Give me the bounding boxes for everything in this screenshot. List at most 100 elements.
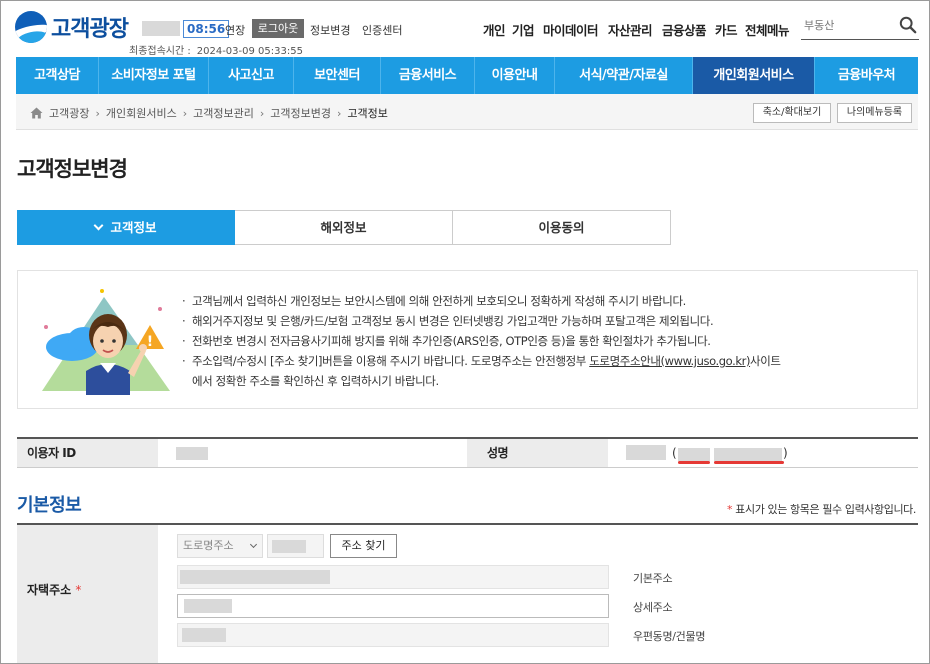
user-id-value <box>158 439 467 467</box>
find-address-button[interactable]: 주소 찾기 <box>330 534 397 558</box>
zipcode-input[interactable] <box>267 534 324 558</box>
notice-box: ! 고객님께서 입력하신 개인정보는 보안시스템에 의해 안전하게 보호되오니 … <box>17 270 918 409</box>
zoom-toggle-button[interactable]: 축소/확대보기 <box>753 103 831 123</box>
tab-usage-consent[interactable]: 이용동의 <box>453 210 671 245</box>
gnb-all-menu[interactable]: 전체메뉴 <box>745 20 790 39</box>
paren-open: ( <box>672 446 677 460</box>
notice-text: 주소입력/수정시 [주소 찾기]버튼을 이용해 주시기 바랍니다. 도로명주소는… <box>192 354 590 368</box>
gnb-business[interactable]: 기업 <box>512 20 535 39</box>
masked-postal-building <box>182 628 226 642</box>
browser-frame: 고객광장 08:56 연장 로그아웃 정보변경 인증센터 최종접속시간 : 202… <box>0 0 930 664</box>
detail-address-input[interactable] <box>177 594 609 618</box>
masked-detail-address <box>184 599 232 613</box>
masked-basic-address <box>180 570 330 584</box>
last-login-value: 2024-03-09 05:33:55 <box>196 46 303 57</box>
juso-link[interactable]: 도로명주소안내(www.juso.go.kr) <box>589 354 750 368</box>
breadcrumb-item-customer-info-management[interactable]: 고객정보관리 <box>193 105 254 121</box>
masked-user-id <box>176 447 208 460</box>
nav-accident-report[interactable]: 사고신고 <box>209 57 294 94</box>
notice-text: 사이트 <box>750 354 781 368</box>
search-icon[interactable] <box>899 16 917 34</box>
customer-service-agent-illustration: ! <box>42 289 170 395</box>
last-login-info: 최종접속시간 : 2024-03-09 05:33:55 <box>129 42 303 57</box>
basic-address-caption: 기본주소 <box>633 572 673 585</box>
detail-address-caption: 상세주소 <box>633 601 673 614</box>
my-menu-register-button[interactable]: 나의메뉴등록 <box>837 103 912 123</box>
notice-item: 전화번호 변경시 전자금융사기피해 방지를 위해 추가인증(ARS인증, OTP… <box>182 331 902 351</box>
chevron-right-icon: › <box>182 106 188 120</box>
name-value: ( ) <box>608 439 918 467</box>
tab-label: 고객정보 <box>110 220 157 235</box>
nav-personal-member-service[interactable]: 개인회원서비스 <box>693 57 815 94</box>
required-star-icon: * <box>75 583 82 597</box>
gnb-personal[interactable]: 개인 <box>483 20 506 39</box>
required-note-text: 표시가 있는 항목은 필수 입력사항입니다. <box>735 503 916 516</box>
address-type-selected: 도로명주소 <box>183 539 234 552</box>
gnb-mydata[interactable]: 마이데이터 <box>543 20 599 39</box>
logo-icon <box>15 11 47 43</box>
masked-english-first-name <box>678 448 710 461</box>
main-nav: 고객상담 소비자정보 포털 사고신고 보안센터 금융서비스 이용안내 서식/약관… <box>16 57 918 94</box>
nav-consumer-portal[interactable]: 소비자정보 포털 <box>99 57 209 94</box>
nav-forms-terms[interactable]: 서식/약관/자료실 <box>555 57 693 94</box>
breadcrumb: 고객광장 › 개인회원서비스 › 고객정보관리 › 고객정보변경 › 고객정보 … <box>16 94 918 130</box>
info-change-link[interactable]: 정보변경 <box>310 22 350 38</box>
nav-customer-consult[interactable]: 고객상담 <box>16 57 99 94</box>
page-title: 고객정보변경 <box>17 157 128 181</box>
nav-financial-voucher[interactable]: 금융바우처 <box>815 57 918 94</box>
breadcrumb-item-current: 고객정보 <box>347 107 388 120</box>
gnb-financial-products[interactable]: 금융상품 <box>662 20 707 39</box>
highlight-underline <box>714 461 784 464</box>
tab-overseas-info[interactable]: 해외정보 <box>235 210 453 245</box>
tab-customer-info[interactable]: 고객정보 <box>17 210 235 245</box>
nav-usage-guide[interactable]: 이용안내 <box>475 57 555 94</box>
postal-building-input[interactable] <box>177 623 609 647</box>
highlight-underline <box>678 461 710 464</box>
notice-item-address: 주소입력/수정시 [주소 찾기]버튼을 이용해 주시기 바랍니다. 도로명주소는… <box>182 351 902 391</box>
masked-zipcode <box>272 540 306 553</box>
masked-name <box>626 445 666 460</box>
name-label: 성명 <box>467 439 608 467</box>
required-star-icon: * <box>727 503 733 516</box>
address-type-select[interactable]: 도로명주소 <box>177 534 263 558</box>
masked-username <box>142 21 180 36</box>
breadcrumb-item-home[interactable]: 고객광장 <box>49 105 89 121</box>
notice-text: 에서 정확한 주소를 확인하신 후 입력하시기 바랍니다. <box>192 374 439 388</box>
chevron-right-icon: › <box>95 106 100 120</box>
breadcrumb-item-personal-service[interactable]: 개인회원서비스 <box>106 105 177 121</box>
postal-building-caption: 우편동명/건물명 <box>633 630 706 643</box>
section-title-basic-info: 기본정보 <box>17 495 82 516</box>
home-address-form: 자택주소 * 도로명주소 주소 찾기 기본주소 상세주소 우편동명/건물명 <box>17 523 918 663</box>
tab-bar: 고객정보 해외정보 이용동의 <box>17 210 671 245</box>
search-box <box>801 14 919 40</box>
chevron-right-icon: › <box>337 106 342 120</box>
breadcrumb-item-customer-info-change[interactable]: 고객정보변경 <box>270 105 331 121</box>
breadcrumb-trail: 고객광장 › 개인회원서비스 › 고객정보관리 › 고객정보변경 › 고객정보 <box>30 105 388 121</box>
nav-financial-service[interactable]: 금융서비스 <box>381 57 475 94</box>
paren-close: ) <box>783 446 788 460</box>
chevron-down-icon <box>94 220 104 231</box>
home-address-label: 자택주소 * <box>17 525 158 663</box>
cert-center-link[interactable]: 인증센터 <box>362 22 402 38</box>
user-id-label: 이용자 ID <box>17 439 158 467</box>
gnb-asset-management[interactable]: 자산관리 <box>608 20 653 39</box>
nav-security-center[interactable]: 보안센터 <box>294 57 381 94</box>
extend-session-link[interactable]: 연장 <box>225 22 245 38</box>
notice-item: 해외거주지정보 및 은행/카드/보험 고객정보 동시 변경은 인터넷뱅킹 가입고… <box>182 311 902 331</box>
svg-text:!: ! <box>147 334 153 350</box>
logout-button[interactable]: 로그아웃 <box>252 19 304 38</box>
session-timer: 08:56 <box>183 20 230 38</box>
chevron-down-icon <box>249 540 258 549</box>
gnb-card[interactable]: 카드 <box>715 20 738 39</box>
user-info-row: 이용자 ID 성명 ( ) <box>17 437 918 468</box>
basic-address-input[interactable] <box>177 565 609 589</box>
search-input[interactable] <box>801 14 893 36</box>
logo[interactable]: 고객광장 <box>15 11 129 43</box>
home-icon[interactable] <box>30 107 43 119</box>
logo-text: 고객광장 <box>51 17 129 42</box>
required-note: * 표시가 있는 항목은 필수 입력사항입니다. <box>727 501 916 517</box>
home-address-label-text: 자택주소 <box>27 583 72 597</box>
notice-item: 고객님께서 입력하신 개인정보는 보안시스템에 의해 안전하게 보호되오니 정확… <box>182 291 902 311</box>
notice-list: 고객님께서 입력하신 개인정보는 보안시스템에 의해 안전하게 보호되오니 정확… <box>182 291 902 391</box>
masked-english-last-name <box>714 448 782 461</box>
